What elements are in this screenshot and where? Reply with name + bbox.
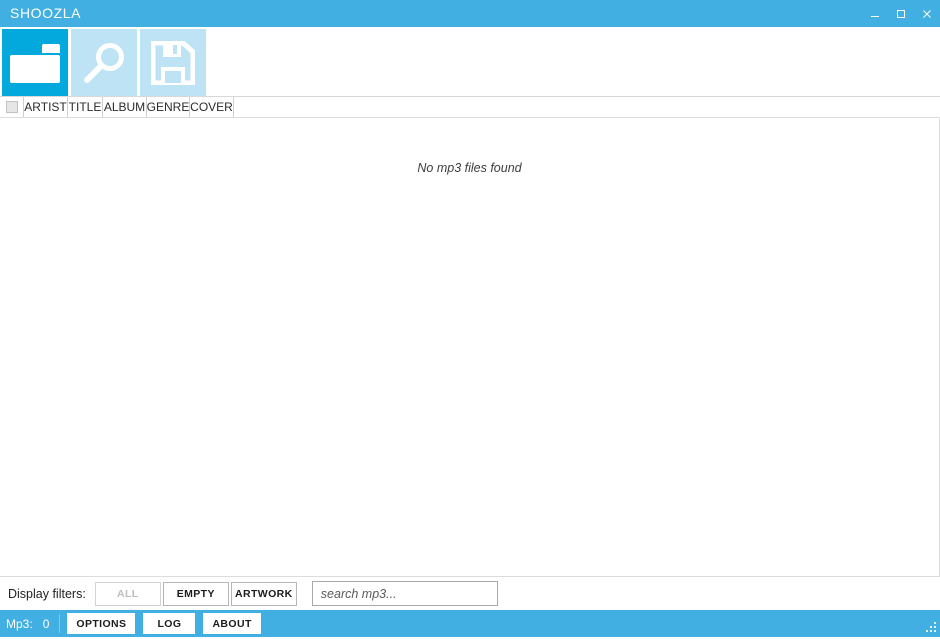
empty-list-message: No mp3 files found: [417, 161, 522, 175]
minimize-icon[interactable]: [862, 0, 888, 27]
column-header-title[interactable]: TITLE: [68, 97, 103, 117]
filter-all-button[interactable]: ALL: [94, 581, 161, 606]
column-header-filler: [234, 97, 940, 117]
display-filters-bar: Display filters: ALL EMPTY ARTWORK searc…: [0, 576, 940, 610]
app-title: SHOOZLA: [10, 5, 82, 21]
status-bar: Mp3: 0 OPTIONS LOG ABOUT: [0, 610, 940, 637]
maximize-icon[interactable]: [888, 0, 914, 27]
column-header-artist[interactable]: ARTIST: [24, 97, 68, 117]
filter-artwork-button[interactable]: ARTWORK: [230, 581, 297, 606]
window-controls: [862, 0, 940, 27]
search-input[interactable]: search mp3...: [311, 581, 498, 606]
toolbar: [0, 27, 940, 97]
floppy-disk-icon: [151, 40, 195, 85]
column-header-cover[interactable]: COVER: [190, 97, 234, 117]
checkbox-box: [5, 101, 18, 113]
save-button[interactable]: [140, 29, 206, 96]
status-divider: [59, 614, 61, 633]
title-bar: SHOOZLA: [0, 0, 940, 27]
filter-empty-button[interactable]: EMPTY: [162, 581, 229, 606]
select-all-checkbox[interactable]: [0, 97, 24, 117]
options-button[interactable]: OPTIONS: [67, 613, 136, 634]
mp3-count-label: Mp3:: [6, 616, 33, 631]
column-header-album[interactable]: ALBUM: [103, 97, 147, 117]
about-button[interactable]: ABOUT: [203, 613, 261, 634]
magnifier-icon: [82, 41, 126, 85]
display-filters-label: Display filters:: [8, 586, 86, 601]
mp3-count-value: 0: [42, 616, 50, 631]
open-folder-button[interactable]: [2, 29, 68, 96]
list-column-header: ARTIST TITLE ALBUM GENRE COVER: [0, 97, 940, 118]
mp3-list-area[interactable]: No mp3 files found: [0, 118, 940, 576]
column-header-genre[interactable]: GENRE: [147, 97, 190, 117]
application-window: SHOOZLA ARTIST TITLE ALBUM GENRE COVER N…: [0, 0, 940, 637]
resize-grip-icon[interactable]: [924, 621, 937, 634]
close-icon[interactable]: [914, 0, 940, 27]
log-button[interactable]: LOG: [143, 613, 196, 634]
folder-icon: [10, 42, 60, 84]
search-button[interactable]: [71, 29, 137, 96]
